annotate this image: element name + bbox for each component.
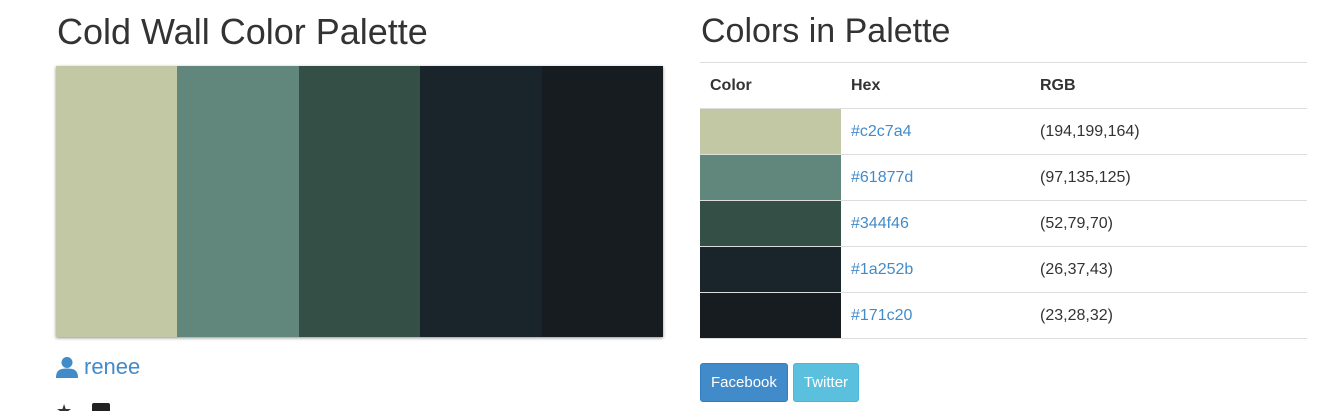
rgb-value: (52,79,70) (1030, 200, 1307, 247)
table-row: #61877d (97,135,125) (700, 154, 1307, 201)
rgb-value: (26,37,43) (1030, 246, 1307, 293)
color-chip (700, 155, 841, 200)
palette-swatch-3[interactable] (298, 66, 421, 337)
rgb-value: (97,135,125) (1030, 154, 1307, 201)
header-color: Color (700, 62, 841, 109)
table-row: #c2c7a4 (194,199,164) (700, 108, 1307, 155)
palette-swatch-5[interactable] (541, 66, 664, 337)
header-hex: Hex (841, 62, 1030, 109)
color-chip (700, 109, 841, 154)
hex-link[interactable]: #61877d (851, 169, 913, 186)
palette-preview (56, 66, 664, 337)
share-buttons: Facebook Twitter (700, 363, 860, 402)
table-row: #344f46 (52,79,70) (700, 200, 1307, 247)
table-header-row: Color Hex RGB (700, 62, 1307, 109)
colors-table: Color Hex RGB #c2c7a4 (194,199,164) #618… (700, 62, 1307, 339)
table-row: #1a252b (26,37,43) (700, 246, 1307, 293)
hex-link[interactable]: #171c20 (851, 307, 912, 324)
palette-stats: ★ (56, 401, 111, 411)
color-chip (700, 201, 841, 246)
page: Cold Wall Color Palette renee ★ Colors i… (0, 0, 1339, 411)
user-icon (56, 356, 78, 378)
twitter-share-button[interactable]: Twitter (792, 363, 860, 402)
author-link[interactable]: renee (56, 354, 140, 380)
hex-link[interactable]: #1a252b (851, 261, 913, 278)
facebook-share-button[interactable]: Facebook (700, 363, 788, 402)
header-rgb: RGB (1030, 62, 1307, 109)
palette-title: Cold Wall Color Palette (57, 11, 428, 52)
table-row: #171c20 (23,28,32) (700, 292, 1307, 339)
rgb-value: (194,199,164) (1030, 108, 1307, 155)
palette-swatch-1[interactable] (56, 66, 178, 337)
author-name: renee (84, 354, 141, 379)
star-icon: ★ (56, 401, 73, 411)
palette-swatch-2[interactable] (177, 66, 299, 337)
colors-title: Colors in Palette (701, 12, 951, 50)
hex-link[interactable]: #344f46 (851, 215, 909, 232)
rgb-value: (23,28,32) (1030, 292, 1307, 339)
comment-icon (92, 403, 111, 411)
palette-swatch-4[interactable] (420, 66, 542, 337)
hex-link[interactable]: #c2c7a4 (851, 123, 912, 140)
color-chip (700, 293, 841, 338)
color-chip (700, 247, 841, 292)
